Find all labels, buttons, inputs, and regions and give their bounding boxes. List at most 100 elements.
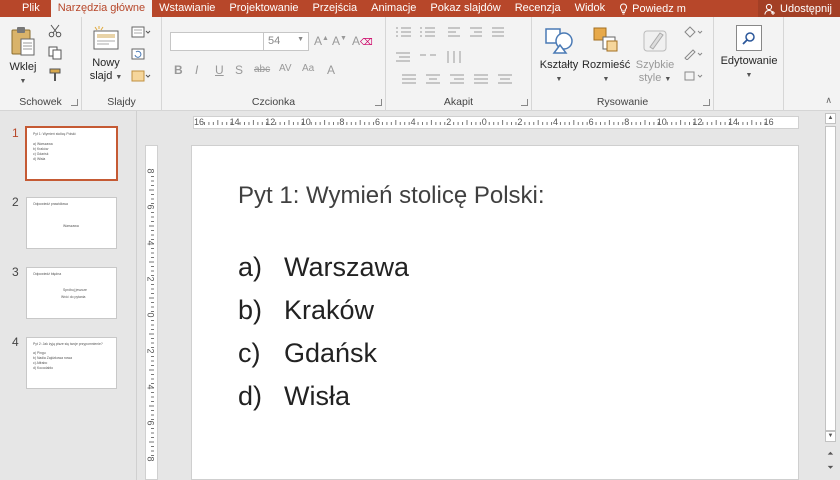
- ruler-label: 0: [145, 312, 156, 318]
- grow-font-icon[interactable]: A▲: [314, 34, 329, 48]
- font-launcher-icon[interactable]: [375, 99, 382, 106]
- thumbnail-slide-3[interactable]: Odpowiedź błędna Spróbuj jeszcze Wróć do…: [26, 267, 117, 319]
- vertical-ruler[interactable]: 8 6 4 2 0 2 4 6 8: [145, 145, 158, 480]
- ruler-label: 16: [763, 117, 774, 127]
- tab-design[interactable]: Projektowanie: [222, 0, 305, 17]
- paste-button[interactable]: Wklej ▼: [6, 25, 40, 88]
- answer-letter: c): [238, 338, 261, 368]
- thumbnail-text: Odpowiedź błędna: [33, 272, 62, 276]
- shape-outline-icon[interactable]: [682, 47, 706, 61]
- previous-slide-icon[interactable]: ⏶: [825, 449, 836, 460]
- quick-styles-button[interactable]: Szybkie style ▼: [632, 25, 678, 86]
- underline-icon[interactable]: U: [215, 63, 224, 77]
- answer-option[interactable]: a) Warszawa: [238, 252, 409, 283]
- scroll-down-icon[interactable]: ▼: [825, 431, 836, 442]
- group-drawing: Kształty ▼ Rozmieść ▼ Szybkie style ▼ Ry…: [532, 17, 714, 111]
- group-paragraph: Akapit: [386, 17, 532, 111]
- answer-option[interactable]: b) Kraków: [238, 295, 374, 326]
- clipboard-group-label: Schowek: [19, 96, 62, 108]
- ruler-label: 16: [194, 117, 205, 127]
- arrange-button[interactable]: Rozmieść ▼: [582, 25, 630, 86]
- ruler-label: 4: [145, 240, 156, 246]
- format-painter-icon[interactable]: [47, 68, 63, 82]
- shrink-font-icon[interactable]: A▼: [332, 34, 347, 48]
- answer-text: Warszawa: [284, 252, 410, 282]
- vertical-scrollbar[interactable]: ▲ ▼ ⏶ ⏷: [820, 111, 840, 480]
- thumbnail-number: 2: [12, 195, 19, 209]
- group-clipboard: Wklej ▼ Schowek: [0, 17, 82, 111]
- font-size-field[interactable]: 54 ▼: [263, 32, 309, 51]
- horizontal-ruler-ticks: [203, 120, 766, 125]
- thumbnail-slide-1[interactable]: Pyt 1: Wymień stolicę Polski: a) Warszaw…: [25, 126, 118, 181]
- cut-icon[interactable]: [47, 24, 63, 38]
- quick-styles-icon: [643, 30, 667, 52]
- layout-icon[interactable]: [130, 25, 152, 39]
- tab-review[interactable]: Recenzja: [508, 0, 568, 17]
- thumbnail-text: d) Kocodablo: [33, 366, 53, 370]
- shape-effects-icon[interactable]: [682, 69, 706, 83]
- thumbnail-number: 1: [12, 126, 19, 140]
- ruler-label: 8: [339, 117, 345, 127]
- tab-transitions[interactable]: Przejścia: [306, 0, 365, 17]
- tab-file[interactable]: Plik: [0, 0, 51, 17]
- group-font: 54 ▼ A▲ A▼ A⌫ B I U S abc AV Aa A Czcion…: [162, 17, 386, 111]
- font-name-field[interactable]: [170, 32, 264, 51]
- clipboard-launcher-icon[interactable]: [71, 99, 78, 106]
- strikethrough-icon[interactable]: abc: [254, 64, 270, 75]
- thumbnail-slide-4[interactable]: Pyt 2: Jak żyją pisze się twoje przypomn…: [26, 337, 117, 389]
- tell-me-box[interactable]: Powiedz m: [612, 0, 693, 17]
- slide-canvas[interactable]: Pyt 1: Wymień stolicę Polski: a) Warszawa…: [191, 145, 799, 480]
- editing-button[interactable]: Edytowanie ▼: [716, 25, 782, 82]
- shapes-chevron-down-icon: ▼: [555, 76, 563, 83]
- search-icon: [736, 25, 762, 51]
- drawing-launcher-icon[interactable]: [703, 99, 710, 106]
- collapse-ribbon-icon[interactable]: ∧: [825, 95, 832, 106]
- ruler-label: 14: [728, 117, 739, 127]
- tab-insert[interactable]: Wstawianie: [152, 0, 222, 17]
- ruler-label: 2: [145, 276, 156, 282]
- character-spacing-icon[interactable]: AV: [279, 63, 292, 74]
- new-slide-label-2-text: slajd: [89, 70, 113, 82]
- lightbulb-icon: [620, 2, 628, 14]
- new-slide-label-2: slajd ▼: [88, 70, 124, 84]
- section-icon[interactable]: [130, 69, 152, 83]
- answer-option[interactable]: d) Wisła: [238, 381, 350, 412]
- shape-fill-icon[interactable]: [682, 25, 706, 39]
- next-slide-icon[interactable]: ⏷: [825, 463, 836, 474]
- answer-text: Gdańsk: [284, 338, 378, 368]
- paragraph-group-label: Akapit: [443, 96, 474, 108]
- font-color-icon[interactable]: A: [327, 63, 335, 77]
- new-slide-button[interactable]: Nowy slajd ▼: [88, 25, 124, 84]
- tab-home[interactable]: Narzędzia główne: [50, 0, 153, 17]
- scroll-up-icon[interactable]: ▲: [825, 113, 836, 124]
- tab-view[interactable]: Widok: [568, 0, 613, 17]
- paragraph-launcher-icon[interactable]: [521, 99, 528, 106]
- bold-icon[interactable]: B: [174, 63, 183, 77]
- copy-icon[interactable]: [47, 46, 63, 60]
- horizontal-ruler[interactable]: 16 14 12 10 8 6 4 2 0 2 4 6 8 10 12 14 16: [193, 116, 799, 129]
- shapes-button[interactable]: Kształty ▼: [537, 25, 581, 86]
- share-button[interactable]: Udostępnij: [758, 0, 840, 17]
- group-editing: Edytowanie ▼: [714, 17, 784, 111]
- tab-slideshow[interactable]: Pokaz slajdów: [423, 0, 507, 17]
- shadow-icon[interactable]: S: [235, 63, 243, 77]
- font-group-label: Czcionka: [251, 96, 296, 108]
- scroll-thumb[interactable]: [825, 126, 836, 431]
- clear-formatting-icon[interactable]: A⌫: [352, 34, 373, 48]
- new-slide-label-1: Nowy: [92, 57, 120, 69]
- reset-icon[interactable]: [130, 47, 146, 61]
- ruler-label: 2: [517, 117, 523, 127]
- answer-option[interactable]: c) Gdańsk: [238, 338, 377, 369]
- slide-title[interactable]: Pyt 1: Wymień stolicę Polski:: [238, 182, 545, 210]
- share-label: Udostępnij: [780, 2, 832, 15]
- italic-icon[interactable]: I: [195, 63, 198, 77]
- thumbnail-slide-2[interactable]: Odpowiedź prawidłowa Warszawa: [26, 197, 117, 249]
- tab-animations[interactable]: Animacje: [364, 0, 423, 17]
- quick-styles-chevron-down-icon: ▼: [664, 76, 672, 83]
- ruler-label: 14: [229, 117, 240, 127]
- menu-bar: Plik Narzędzia główne Wstawianie Projekt…: [0, 0, 840, 17]
- ruler-label: 0: [481, 117, 487, 127]
- change-case-icon[interactable]: Aa: [302, 63, 314, 74]
- ruler-label: 12: [692, 117, 703, 127]
- tell-me-text: Powiedz m: [632, 2, 686, 15]
